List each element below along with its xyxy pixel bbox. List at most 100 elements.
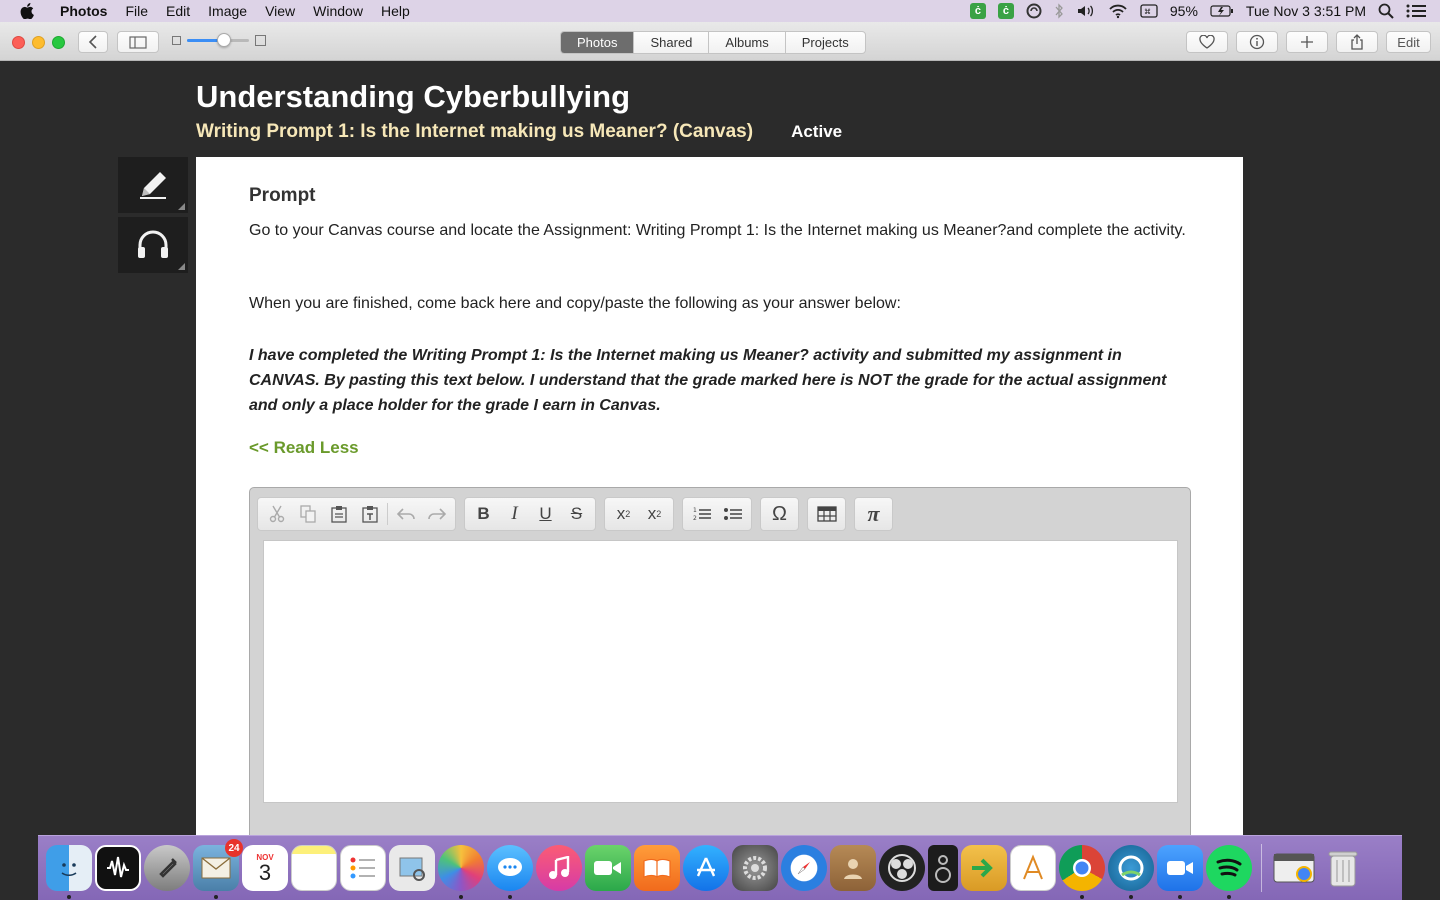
notes-icon[interactable] (291, 845, 337, 891)
menu-image[interactable]: Image (199, 0, 256, 22)
chevron-left-icon (88, 35, 97, 49)
mail-icon[interactable]: 24 (193, 839, 243, 899)
chrome-window-icon[interactable] (1271, 845, 1317, 891)
contacts-icon[interactable] (830, 845, 876, 891)
audio-app-icon[interactable] (95, 845, 141, 891)
subscript-base: x (616, 504, 626, 523)
bluetooth-icon[interactable] (1054, 3, 1064, 19)
menu-app-name[interactable]: Photos (52, 0, 116, 22)
info-button[interactable] (1236, 31, 1278, 53)
volume-icon[interactable] (1076, 3, 1096, 19)
prompt-answer-text: I have completed the Writing Prompt 1: I… (249, 347, 1167, 414)
reminders-icon[interactable] (340, 845, 386, 891)
chrome-icon[interactable] (1059, 845, 1105, 899)
menu-window[interactable]: Window (304, 0, 372, 22)
menu-bar: Photos File Edit Image View Window Help … (0, 0, 1440, 22)
input-source-icon[interactable]: ⌘ (1140, 4, 1158, 18)
prompt-followup: When you are finished, come back here an… (249, 295, 901, 312)
zoom-knob[interactable] (217, 33, 232, 47)
bold-button[interactable]: B (468, 500, 499, 528)
spotlight-search-icon[interactable] (1378, 3, 1394, 19)
audio-tool-button[interactable] (118, 217, 188, 273)
transfer-app-icon[interactable] (961, 845, 1007, 891)
cut-icon[interactable] (261, 500, 292, 528)
launchpad-icon[interactable] (144, 845, 190, 891)
wifi-icon[interactable] (1108, 3, 1128, 19)
window-minimize-button[interactable] (32, 36, 45, 49)
view-tabs: Photos Shared Albums Projects (560, 31, 866, 54)
tab-projects[interactable]: Projects (786, 32, 865, 53)
undo-icon[interactable] (390, 500, 421, 528)
calendar-icon[interactable]: NOV 3 (242, 845, 288, 891)
paste-text-icon[interactable] (354, 500, 385, 528)
safari-icon[interactable] (781, 845, 827, 891)
list-group: 12 (682, 497, 752, 531)
menu-view[interactable]: View (256, 0, 304, 22)
italic-button[interactable]: I (499, 500, 530, 528)
tab-shared[interactable]: Shared (634, 32, 710, 53)
spotify-icon[interactable] (1206, 845, 1252, 899)
table-icon[interactable] (811, 500, 842, 528)
pi-icon[interactable]: π (858, 500, 889, 528)
trash-icon[interactable] (1320, 845, 1366, 891)
strikethrough-button[interactable]: S (561, 500, 592, 528)
system-preferences-icon[interactable] (732, 845, 778, 891)
table-group (807, 497, 846, 531)
app-status-icon-1[interactable]: ċ (969, 3, 986, 19)
tab-photos[interactable]: Photos (561, 32, 635, 53)
redo-icon[interactable] (421, 500, 452, 528)
preview-icon[interactable] (389, 845, 435, 891)
numbered-list-icon[interactable]: 12 (686, 500, 717, 528)
speaker-app-icon[interactable] (928, 845, 958, 891)
answer-text-area[interactable] (263, 540, 1178, 803)
app-status-icon-2[interactable]: ċ (997, 3, 1014, 19)
add-button[interactable] (1286, 31, 1328, 53)
menu-file[interactable]: File (116, 0, 157, 22)
copy-icon[interactable] (292, 500, 323, 528)
battery-icon[interactable] (1210, 5, 1234, 17)
assignment-header: Writing Prompt 1: Is the Internet making… (196, 121, 842, 143)
pencil-icon (140, 172, 166, 199)
facetime-icon[interactable] (585, 845, 631, 891)
superscript-button[interactable]: x2 (639, 500, 670, 528)
zoom-slider[interactable] (172, 33, 266, 47)
zoom-track[interactable] (187, 33, 249, 47)
paste-icon[interactable] (323, 500, 354, 528)
sync-icon[interactable] (1026, 3, 1042, 19)
battery-percent[interactable]: 95% (1170, 3, 1198, 19)
window-close-button[interactable] (12, 36, 25, 49)
annotate-tool-button[interactable] (118, 157, 188, 213)
obs-icon[interactable] (879, 845, 925, 891)
omega-icon[interactable]: Ω (764, 500, 795, 528)
window-fullscreen-button[interactable] (52, 36, 65, 49)
share-button[interactable] (1336, 31, 1378, 53)
clock[interactable]: Tue Nov 3 3:51 PM (1246, 3, 1366, 19)
messages-icon[interactable] (487, 845, 533, 899)
apple-icon[interactable] (20, 3, 40, 19)
notification-center-icon[interactable] (1406, 4, 1426, 18)
script-editor-icon[interactable] (1010, 845, 1056, 891)
camera-app-icon[interactable] (1108, 845, 1154, 899)
sidebar-toggle-button[interactable] (117, 31, 159, 53)
books-icon[interactable] (634, 845, 680, 891)
photos-icon[interactable] (438, 845, 484, 899)
favorite-button[interactable] (1186, 31, 1228, 53)
itunes-icon[interactable] (536, 845, 582, 891)
menu-edit[interactable]: Edit (157, 0, 199, 22)
underline-button[interactable]: U (530, 500, 561, 528)
running-indicator (1080, 895, 1084, 899)
tab-albums[interactable]: Albums (709, 32, 786, 53)
expand-corner (178, 203, 185, 210)
edit-button[interactable]: Edit (1386, 31, 1431, 53)
read-less-link[interactable]: << Read Less (249, 438, 359, 458)
bulleted-list-icon[interactable] (717, 500, 748, 528)
status-area: ċ ċ ⌘ 95% Tue Nov 3 3:51 PM (969, 3, 1440, 19)
app-store-icon[interactable] (683, 845, 729, 891)
zoom-in-icon (255, 35, 266, 46)
plus-icon (1301, 36, 1313, 48)
finder-icon[interactable] (46, 845, 92, 899)
menu-help[interactable]: Help (372, 0, 419, 22)
back-button[interactable] (78, 31, 108, 53)
zoom-icon[interactable] (1157, 845, 1203, 899)
subscript-button[interactable]: x2 (608, 500, 639, 528)
